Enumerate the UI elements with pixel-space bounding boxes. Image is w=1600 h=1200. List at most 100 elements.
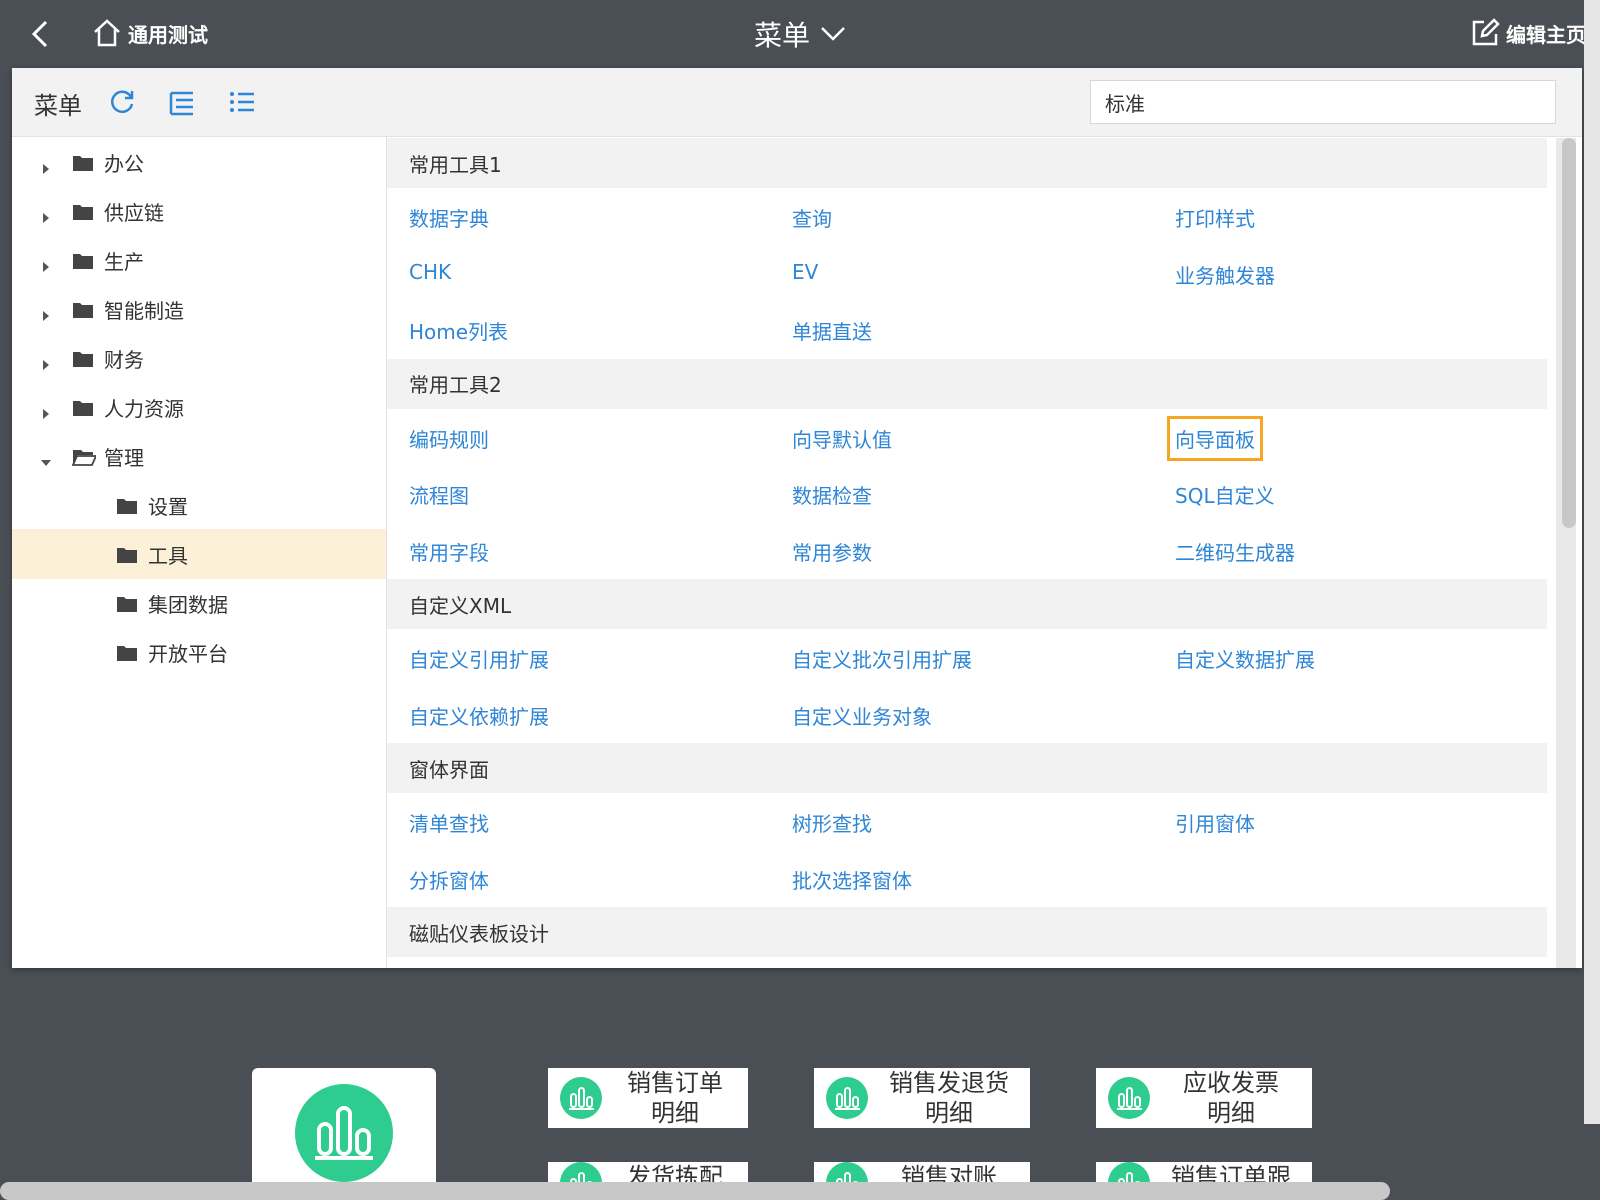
caret-right-icon[interactable] [40,205,52,223]
folder-icon [72,300,94,318]
folder-icon [72,349,94,367]
menu-link[interactable]: 数据检查 [792,480,872,509]
menu-link[interactable]: 分拆窗体 [409,865,489,894]
menu-link[interactable]: Home列表 [409,316,508,345]
menu-content: 常用工具1 数据字典 查询 打印样式 CHK EV 业务触发器 Home列表 单据直送常用工具2… [387,137,1547,968]
tree-node-label: 智能制造 [104,298,184,323]
menu-link[interactable]: 引用窗体 [1175,808,1255,837]
menu-link[interactable]: 自定义依赖扩展 [409,701,549,730]
section-title: 磁贴仪表板设计 [409,921,549,946]
search-input[interactable] [1090,80,1556,124]
tile-label: 发货拣配 [602,1162,748,1182]
dashboard-tile[interactable]: 应收发票 明细 [1096,1068,1312,1128]
expand-tree-button[interactable] [168,88,196,116]
menu-link[interactable]: 批次选择窗体 [792,865,912,894]
refresh-button[interactable] [108,88,136,116]
tree-node[interactable]: 财务 [12,333,386,383]
tile-label-line1: 发货拣配 [627,1163,723,1182]
menu-link[interactable]: 单据直送 [792,316,872,345]
menu-link[interactable]: 树形查找 [792,808,872,837]
edit-icon [1472,18,1500,46]
dashboard-tile[interactable]: 销售对账 [814,1162,1030,1182]
caret-right-icon[interactable] [40,156,52,174]
menu-link[interactable]: 自定义引用扩展 [409,644,549,673]
menu-link[interactable]: 向导面板 [1167,415,1263,461]
caret-right-icon[interactable] [40,303,52,321]
tree-node[interactable]: 办公 [12,137,386,187]
menu-link[interactable]: 编码规则 [409,424,489,453]
menu-link[interactable]: 清单查找 [409,808,489,837]
dashboard-tile[interactable]: 销售订单跟 [1096,1162,1312,1182]
menu-link[interactable]: 向导默认值 [792,424,892,453]
tree-node[interactable]: 供应链 [12,186,386,236]
caret-right-icon[interactable] [40,254,52,272]
tree-node-label: 财务 [104,347,144,372]
tree-node-label: 人力资源 [104,396,184,421]
menu-link[interactable]: 数据字典 [409,203,489,232]
tree-node[interactable]: 集团数据 [12,578,386,628]
dashboard-tile[interactable]: 发货拣配 [548,1162,748,1182]
tile-label-line1: 应收发票 [1183,1069,1279,1097]
tree-node-label: 办公 [104,151,144,176]
page-scrollbar[interactable] [1584,0,1600,1124]
section-header: 常用工具1 [387,138,1547,188]
tree-node[interactable]: 管理 [12,431,386,481]
caret-down-icon[interactable] [40,450,52,466]
dashboard-big-tile[interactable] [252,1068,436,1200]
edit-home-button[interactable]: 编辑主页 [1470,18,1586,48]
menu-tree: 办公供应链生产智能制造财务人力资源管理设置工具 集团数据开放平台 [12,137,387,968]
tree-node[interactable]: 设置 [12,480,386,530]
tree-node[interactable]: 开放平台 [12,627,386,677]
horizontal-scrollbar[interactable] [0,1182,1390,1200]
tile-label-line1: 销售对账 [901,1163,997,1182]
bar-chart-icon [1108,1162,1150,1182]
menu-link[interactable]: 业务触发器 [1175,260,1275,289]
bar-chart-icon [826,1077,868,1119]
list-view-button[interactable] [228,88,256,116]
menu-link[interactable]: SQL自定义 [1175,480,1275,509]
menu-link[interactable]: 自定义业务对象 [792,701,932,730]
menu-link[interactable]: EV [792,260,818,284]
menu-link[interactable]: 常用字段 [409,537,489,566]
menu-link[interactable]: 流程图 [409,480,469,509]
caret-right-icon[interactable] [40,401,52,419]
menu-link[interactable]: CHK [409,260,451,284]
bar-chart-icon [1108,1077,1150,1119]
bar-chart-icon [295,1084,393,1182]
section-title: 常用工具2 [409,373,502,397]
menu-link[interactable]: 打印样式 [1175,203,1255,232]
menu-link[interactable]: 二维码生成器 [1175,537,1295,566]
tree-node[interactable]: 智能制造 [12,284,386,334]
menu-link[interactable]: 常用参数 [792,537,872,566]
tile-label: 销售发退货 明细 [868,1068,1030,1128]
section-title: 常用工具1 [409,152,502,177]
bar-chart-icon [560,1077,602,1119]
folder-icon [72,202,94,220]
content-scrollbar[interactable] [1562,138,1576,528]
tree-node-label: 开放平台 [148,641,228,666]
dashboard-tile[interactable]: 销售发退货 明细 [814,1068,1030,1128]
section-header: 窗体界面 [387,743,1547,793]
folder-icon [116,643,138,661]
caret-right-icon[interactable] [40,352,52,370]
menu-link[interactable]: 自定义数据扩展 [1175,644,1315,673]
tree-node-label: 设置 [148,494,188,519]
section-header: 自定义XML [387,579,1547,629]
tile-label-line1: 销售发退货 [889,1069,1009,1097]
chevron-down-icon [821,27,845,41]
folder-open-icon [71,447,98,466]
menu-link[interactable]: 自定义批次引用扩展 [792,644,972,673]
tile-label: 销售订单跟 [1150,1162,1312,1182]
section-header: 常用工具2 [387,358,1547,409]
menu-link[interactable]: 查询 [792,203,832,232]
menu-dropdown[interactable]: 菜单 [754,14,846,54]
tile-label-line1: 销售订单 [627,1069,723,1097]
tree-node[interactable]: 工具 [12,529,386,579]
tree-node[interactable]: 人力资源 [12,382,386,432]
tile-label: 销售对账 [868,1162,1030,1182]
edit-home-label: 编辑主页 [1506,22,1586,47]
tree-node[interactable]: 生产 [12,235,386,285]
tile-label-line2: 明细 [1207,1099,1255,1127]
tree-node-label: 生产 [104,249,144,274]
dashboard-tile[interactable]: 销售订单 明细 [548,1068,748,1128]
